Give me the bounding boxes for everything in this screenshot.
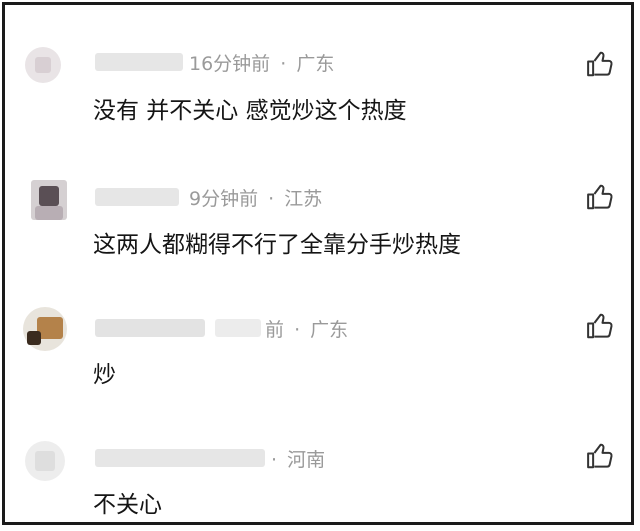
- comment-item: 16分钟前 · 广东 没有 并不关心 感觉炒这个热度: [5, 5, 631, 130]
- comment-text: 不关心: [93, 492, 162, 518]
- comment-time: 前: [265, 319, 285, 341]
- comment-location: 河南: [287, 449, 326, 471]
- avatar[interactable]: [21, 43, 65, 87]
- comment-meta: 前 · 广东: [265, 315, 348, 342]
- thumb-up-icon: [587, 51, 613, 77]
- username-blurred[interactable]: [95, 449, 265, 467]
- like-button[interactable]: [585, 311, 615, 341]
- comment-location: 广东: [296, 53, 335, 75]
- comment-location: 江苏: [284, 188, 323, 210]
- comment-meta: · 河南: [267, 445, 325, 472]
- comment-meta: 16分钟前 · 广东: [189, 49, 334, 76]
- avatar[interactable]: [23, 307, 67, 351]
- blur-patch: [215, 319, 261, 337]
- thumb-up-icon: [587, 313, 613, 339]
- comment-item: 9分钟前 · 江苏 这两人都糊得不行了全靠分手炒热度: [5, 130, 631, 258]
- like-button[interactable]: [585, 441, 615, 471]
- comment-time: 16分钟前: [189, 53, 271, 75]
- username-blurred[interactable]: [95, 188, 179, 206]
- thumb-up-icon: [587, 443, 613, 469]
- meta-separator: ·: [271, 449, 278, 471]
- comment-item: 前 · 广东 炒: [5, 255, 631, 388]
- thumb-up-icon: [587, 184, 613, 210]
- username-blurred[interactable]: [95, 319, 205, 337]
- comment-time: 9分钟前: [189, 188, 259, 210]
- comment-text: 这两人都糊得不行了全靠分手炒热度: [93, 232, 461, 258]
- comment-location: 广东: [310, 319, 349, 341]
- comment-text: 没有 并不关心 感觉炒这个热度: [93, 98, 407, 124]
- comment-meta: 9分钟前 · 江苏: [189, 184, 322, 211]
- comment-text: 炒: [93, 362, 116, 388]
- meta-separator: ·: [294, 319, 301, 341]
- avatar[interactable]: [27, 178, 71, 222]
- comment-item: · 河南 不关心: [5, 385, 631, 523]
- avatar[interactable]: [23, 439, 67, 483]
- meta-separator: ·: [268, 188, 275, 210]
- username-blurred[interactable]: [95, 53, 183, 71]
- like-button[interactable]: [585, 49, 615, 79]
- meta-separator: ·: [280, 53, 287, 75]
- like-button[interactable]: [585, 182, 615, 212]
- comment-list: 16分钟前 · 广东 没有 并不关心 感觉炒这个热度 9分钟前 · 江苏 这两人…: [2, 2, 634, 525]
